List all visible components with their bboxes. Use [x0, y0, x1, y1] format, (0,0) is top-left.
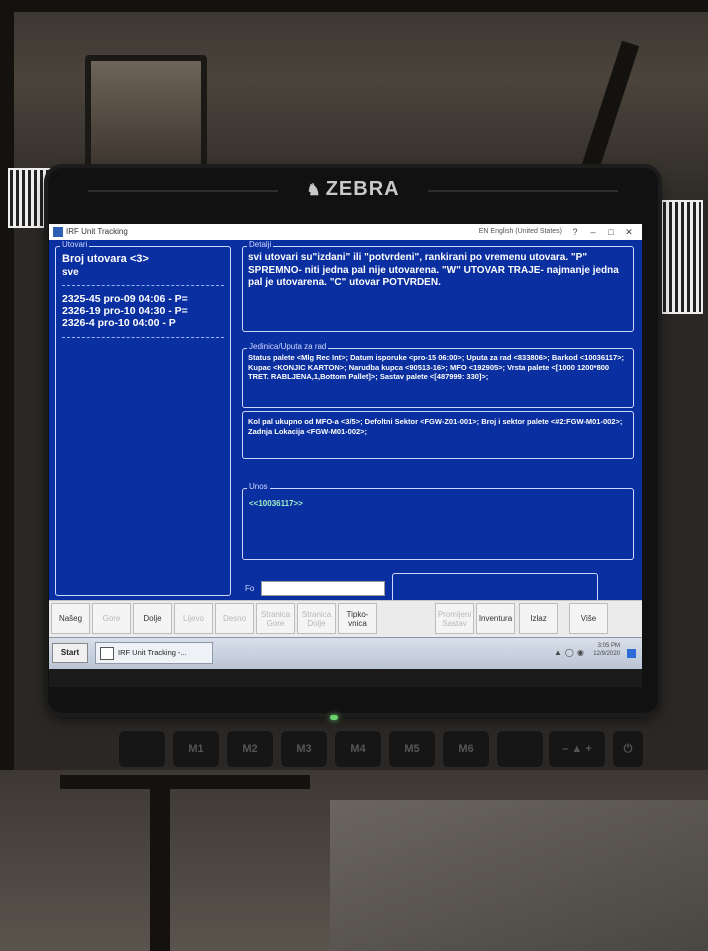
scan-input-value[interactable]: <<10036117>> — [249, 499, 303, 508]
utovari-legend: Utovari — [60, 240, 90, 249]
load-count: Broj utovara <3> — [62, 253, 149, 265]
forklift-cab-window — [85, 55, 207, 177]
taskbar-app-item[interactable]: IRF Unit Tracking -... — [95, 642, 213, 664]
maximize-button[interactable]: □ — [602, 224, 620, 240]
action-toolbar: Našeg Gore Dolje Lijevo Desno Stranica G… — [49, 600, 642, 637]
window-title: IRF Unit Tracking — [66, 227, 128, 236]
more-button[interactable]: Više — [569, 603, 608, 634]
dolje-button[interactable]: Dolje — [133, 603, 172, 634]
barcode-sticker-right — [655, 200, 703, 314]
minimize-button[interactable]: – — [584, 224, 602, 240]
volume-rocker-icon[interactable]: – ▲ + — [548, 730, 606, 768]
window-titlebar: IRF Unit Tracking EN English (United Sta… — [49, 224, 642, 241]
help-button[interactable]: ? — [566, 224, 584, 240]
jedinica-text: Status palete <Mlg Rec Int>; Datum ispor… — [248, 353, 624, 381]
floor-panel — [330, 800, 708, 951]
app-icon — [53, 226, 63, 237]
hardware-keys: M1 M2 M3 M4 M5 M6 – ▲ + ⏻ — [0, 720, 708, 780]
gore-button[interactable]: Gore — [92, 603, 131, 634]
zebra-logo: ♞ ZEBRA — [48, 178, 658, 201]
device-screen: IRF Unit Tracking EN English (United Sta… — [49, 224, 642, 687]
start-button[interactable]: Start — [52, 643, 88, 663]
load-list-item[interactable]: 2325-45 pro-09 04:06 - P= — [62, 293, 188, 305]
exit-button[interactable]: Izlaz — [519, 603, 558, 634]
brand-name: ZEBRA — [325, 178, 400, 200]
utovari-panel: Utovari Broj utovara <3> sve 2325-45 pro… — [55, 240, 231, 596]
desno-button[interactable]: Desno — [215, 603, 254, 634]
jedinica-legend: Jedinica/Uputa za rad — [247, 342, 329, 351]
barcode-sticker-left — [8, 168, 52, 228]
mount-post — [150, 780, 170, 951]
detalji-legend: Detalji — [247, 240, 274, 249]
load-list-item[interactable]: 2326-4 pro-10 04:00 - P — [62, 317, 188, 329]
tray-icons[interactable]: ▲◯◉ — [554, 648, 587, 657]
fo-input[interactable] — [261, 581, 385, 596]
page-up-button[interactable]: Stranica Gore — [256, 603, 295, 634]
unos-legend: Unos — [247, 482, 270, 491]
lijevo-button[interactable]: Lijevo — [174, 603, 213, 634]
inventory-button[interactable]: Inventura — [476, 603, 515, 634]
nazad-button[interactable]: Našeg — [51, 603, 90, 634]
detalji-panel: Detalji svi utovari su"izdani" ili "potv… — [242, 240, 634, 332]
window-icon — [100, 647, 114, 660]
fo-label: Fo — [245, 584, 255, 593]
hw-key-m3[interactable]: M3 — [280, 730, 328, 768]
clock[interactable]: 3:05 PM 12/9/2020 — [593, 642, 620, 658]
windows-taskbar: Start IRF Unit Tracking -... ▲◯◉ 3:05 PM… — [49, 637, 642, 670]
taskbar-app-label: IRF Unit Tracking -... — [118, 648, 187, 657]
screen-bottom-edge — [49, 669, 642, 687]
hw-key-m5[interactable]: M5 — [388, 730, 436, 768]
load-list-item[interactable]: 2326-19 pro-10 04:30 - P= — [62, 305, 188, 317]
page-down-button[interactable]: Stranica Dolje — [297, 603, 336, 634]
load-filter[interactable]: sve — [62, 267, 79, 278]
jedinica-panel: Jedinica/Uputa za rad Status palete <Mlg… — [242, 342, 634, 408]
divider — [62, 285, 224, 286]
language-indicator[interactable]: EN English (United States) — [479, 224, 562, 240]
close-button[interactable]: ✕ — [620, 224, 638, 240]
hw-key-m4[interactable]: M4 — [334, 730, 382, 768]
power-button-icon[interactable]: ⏻ — [612, 730, 644, 768]
app-body: Utovari Broj utovara <3> sve 2325-45 pro… — [49, 240, 642, 615]
pallet-info-text: Kol pal ukupno od MFO-a <3/5>; Defoltni … — [248, 417, 623, 436]
load-list: 2325-45 pro-09 04:06 - P= 2326-19 pro-10… — [62, 293, 188, 329]
cab-pillar-top — [14, 0, 708, 12]
pallet-info-panel: Kol pal ukupno od MFO-a <3/5>; Defoltni … — [242, 411, 634, 459]
unos-panel: Unos <<10036117>> — [242, 482, 634, 560]
hw-key-m6[interactable]: M6 — [442, 730, 490, 768]
keyboard-button[interactable]: Tipko-vnica — [338, 603, 377, 634]
system-tray: ▲◯◉ 3:05 PM 12/9/2020 — [536, 641, 636, 666]
zebra-head-icon: ♞ — [306, 182, 322, 199]
notification-icon[interactable] — [627, 649, 636, 658]
hw-key-blank[interactable] — [118, 730, 166, 768]
hw-key-blank-2[interactable] — [496, 730, 544, 768]
clock-date: 12/9/2020 — [593, 651, 620, 657]
clock-time: 3:05 PM — [597, 643, 620, 649]
hw-key-m1[interactable]: M1 — [172, 730, 220, 768]
detalji-text: svi utovari su"izdani" ili "potvrdeni", … — [248, 252, 619, 288]
divider — [62, 337, 224, 338]
change-composition-button[interactable]: Promijeni Sastav — [435, 603, 474, 634]
hw-key-m2[interactable]: M2 — [226, 730, 274, 768]
